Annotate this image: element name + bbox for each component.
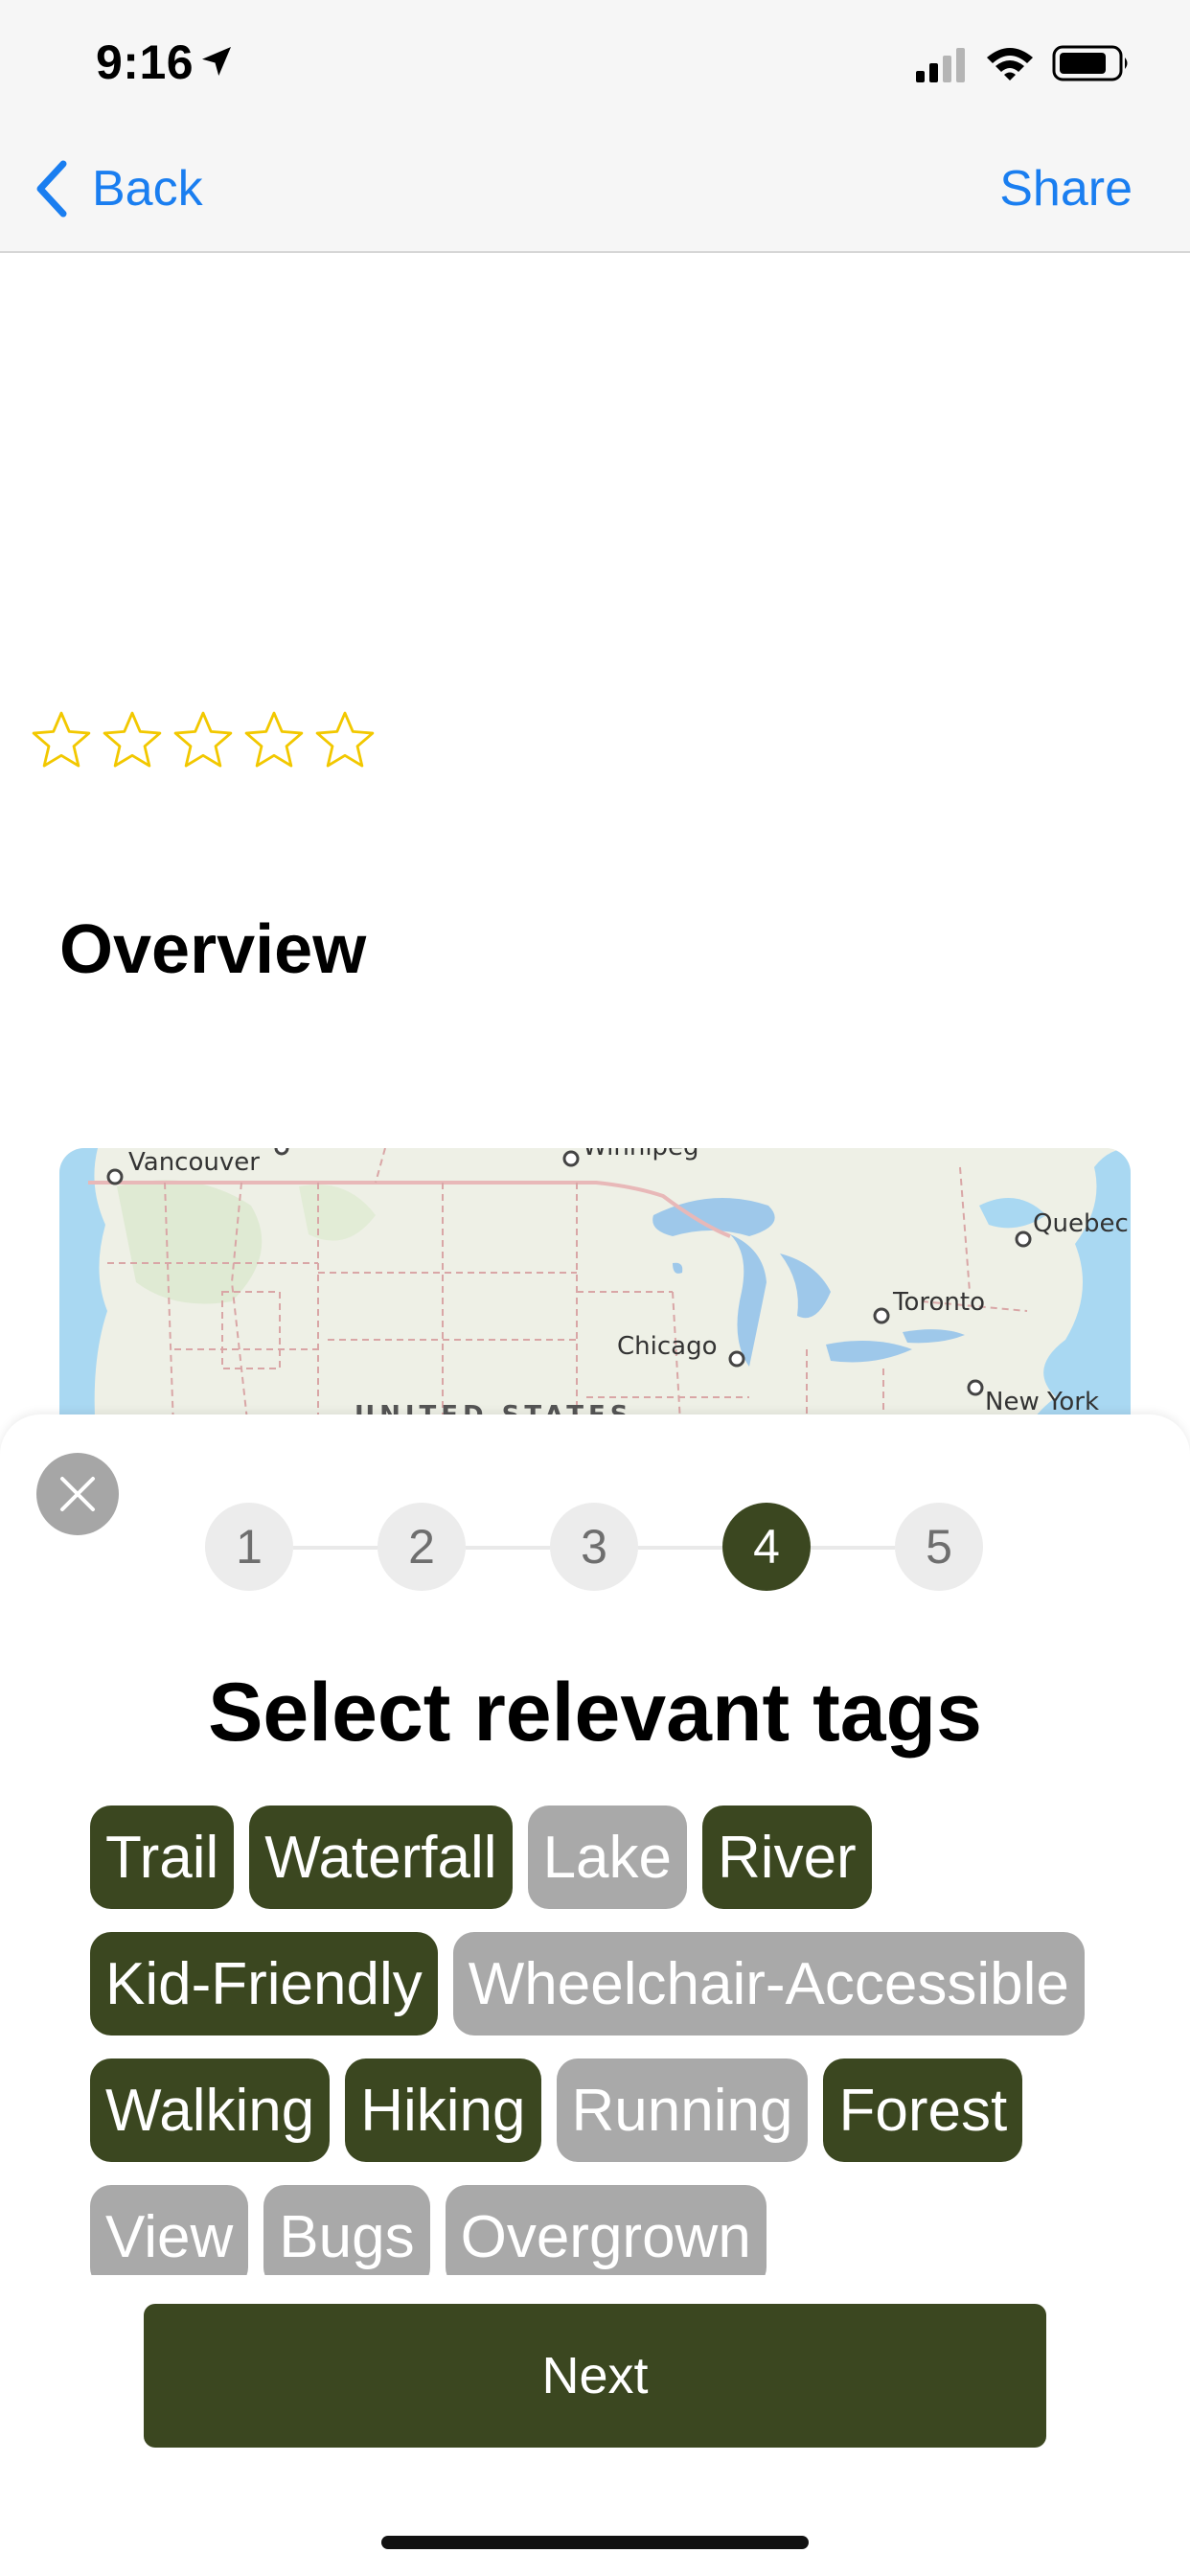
step-2: 2 [378,1503,466,1591]
battery-icon [1052,45,1128,81]
tag-row: Trail Waterfall Lake River [90,1806,1106,1909]
step-connector [293,1546,378,1550]
tag-row: View Bugs Overgrown [90,2185,1106,2275]
tag-row: Walking Hiking Running Forest [90,2058,1106,2162]
next-button[interactable]: Next [144,2304,1046,2448]
map-label-quebec: Quebec [1033,1209,1129,1238]
tag-river[interactable]: River [702,1806,872,1909]
step-3: 3 [550,1503,638,1591]
star-icon[interactable] [29,707,94,774]
wifi-icon [987,48,1033,80]
sheet-title: Select relevant tags [208,1667,982,1759]
step-connector [466,1546,550,1550]
tag-bugs[interactable]: Bugs [263,2185,430,2275]
status-time: 9:16 [96,35,195,89]
chevron-left-icon [36,160,67,218]
step-1: 1 [205,1503,293,1591]
star-icon[interactable] [312,707,378,774]
tag-row: Kid-Friendly Wheelchair-Accessible [90,1932,1106,2036]
location-arrow-icon [202,47,231,76]
step-indicator: 12345 [205,1503,983,1593]
tag-running[interactable]: Running [556,2058,809,2162]
cellular-signal-icon [916,48,965,82]
close-icon [60,1477,95,1511]
tag-list: Trail Waterfall Lake River Kid-Friendly Wheel… [90,1806,1106,2275]
back-button-label: Back [92,161,203,217]
step-5: 5 [895,1503,983,1591]
back-button[interactable]: Back [33,155,203,222]
status-bar: 9:16 [0,0,1190,126]
step-connector [638,1546,722,1550]
tag-walking[interactable]: Walking [90,2058,331,2162]
tag-hiking[interactable]: Hiking [345,2058,541,2162]
map-label-new-york: New York [985,1388,1100,1416]
share-button-label: Share [999,161,1133,217]
tag-lake[interactable]: Lake [527,1806,688,1909]
share-button[interactable]: Share [999,155,1133,222]
tag-selection-sheet: 12345 Select relevant tags Trail Waterfal… [0,1414,1190,2576]
map-label-chicago: Chicago [617,1332,718,1361]
step-4: 4 [722,1503,811,1591]
star-icon[interactable] [100,707,165,774]
next-button-label: Next [541,2347,649,2404]
tag-trail[interactable]: Trail [90,1806,235,1909]
star-icon[interactable] [241,707,307,774]
map-label-vancouver: Vancouver [128,1148,260,1177]
star-rating[interactable] [29,707,378,778]
map-label-winnipeg: Winnipeg [583,1148,699,1162]
tag-forest[interactable]: Forest [823,2058,1023,2162]
tag-view[interactable]: View [90,2185,249,2275]
home-indicator [381,2536,809,2549]
close-button[interactable] [36,1453,119,1535]
tag-overgrown[interactable]: Overgrown [445,2185,767,2275]
navigation-bar: Back Share [0,126,1190,253]
map-label-toronto: Toronto [893,1288,985,1317]
tag-kid-friendly[interactable]: Kid-Friendly [90,1932,438,2036]
tag-wheelchair-accessible[interactable]: Wheelchair-Accessible [452,1932,1085,2036]
star-icon[interactable] [171,707,236,774]
step-connector [811,1546,895,1550]
map-view[interactable]: Vancouver Winnipeg Quebec Toronto Chicag… [59,1148,1131,1455]
screen: 9:16 Back Share Overview Vancouver Quebe… [0,0,1190,2576]
overview-heading: Overview [59,911,367,988]
tag-waterfall[interactable]: Waterfall [249,1806,513,1909]
